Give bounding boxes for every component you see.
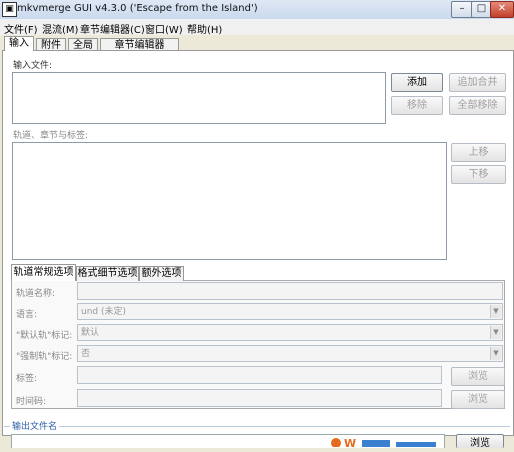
timecodes-browse-button[interactable]: 浏览 <box>451 390 505 409</box>
language-label: 语言: <box>16 310 38 320</box>
close-button[interactable]: ✕ <box>490 1 514 18</box>
forced-track-value: 否 <box>81 349 91 359</box>
timecodes-label: 时间码: <box>16 397 47 407</box>
menu-mux[interactable]: 混流(M) <box>42 21 78 36</box>
watermark-logo: W <box>331 437 436 447</box>
output-browse-button[interactable]: 浏览 <box>456 434 504 449</box>
tab-extra-options[interactable]: 额外选项 <box>139 266 184 281</box>
default-track-select[interactable]: 默认 ▼ <box>77 324 503 341</box>
chevron-down-icon: ▼ <box>490 326 501 339</box>
tags-input[interactable] <box>77 366 442 384</box>
menu-file[interactable]: 文件(F) <box>4 21 38 36</box>
remove-all-button[interactable]: 全部移除 <box>449 96 506 115</box>
tracks-list[interactable] <box>12 142 447 260</box>
menu-window[interactable]: 窗口(W) <box>145 21 183 36</box>
input-files-list[interactable] <box>12 72 386 124</box>
svg-text:W: W <box>344 437 356 447</box>
forced-track-select[interactable]: 否 ▼ <box>77 345 503 362</box>
track-name-input[interactable] <box>77 282 503 300</box>
tracks-label: 轨道、章节与标签: <box>13 131 89 141</box>
track-name-label: 轨道名称: <box>16 289 56 299</box>
output-filename-label: 输出文件名 <box>10 419 60 432</box>
default-track-label: "默认轨"标记: <box>16 331 73 341</box>
app-icon: ▣ <box>2 2 17 17</box>
append-button[interactable]: 追加合并 <box>449 73 506 92</box>
tab-format-specific-options[interactable]: 格式细节选项 <box>76 266 139 281</box>
tab-general-track-options[interactable]: 轨道常规选项 <box>11 264 76 281</box>
minimize-button[interactable]: – <box>451 1 473 18</box>
tags-browse-button[interactable]: 浏览 <box>451 367 505 386</box>
chevron-down-icon: ▼ <box>490 347 501 360</box>
move-up-button[interactable]: 上移 <box>451 143 506 162</box>
tags-label: 标签: <box>16 374 38 384</box>
add-button[interactable]: 添加 <box>391 73 443 92</box>
chevron-down-icon: ▼ <box>490 305 501 318</box>
input-files-label: 输入文件: <box>13 61 53 71</box>
default-track-value: 默认 <box>81 328 100 338</box>
menu-help[interactable]: 帮助(H) <box>187 21 222 36</box>
maximize-button[interactable]: □ <box>471 1 492 18</box>
menu-chapter-editor[interactable]: 章节编辑器(C) <box>80 21 145 36</box>
move-down-button[interactable]: 下移 <box>451 165 506 184</box>
window-title: mkvmerge GUI v4.3.0 ('Escape from the Is… <box>17 3 258 14</box>
language-select[interactable]: und (未定) ▼ <box>77 303 503 320</box>
tab-input[interactable]: 输入 <box>4 36 34 51</box>
forced-track-label: "强制轨"标记: <box>16 352 73 362</box>
remove-button[interactable]: 移除 <box>391 96 443 115</box>
timecodes-input[interactable] <box>77 389 442 407</box>
language-value: und (未定) <box>81 307 127 317</box>
